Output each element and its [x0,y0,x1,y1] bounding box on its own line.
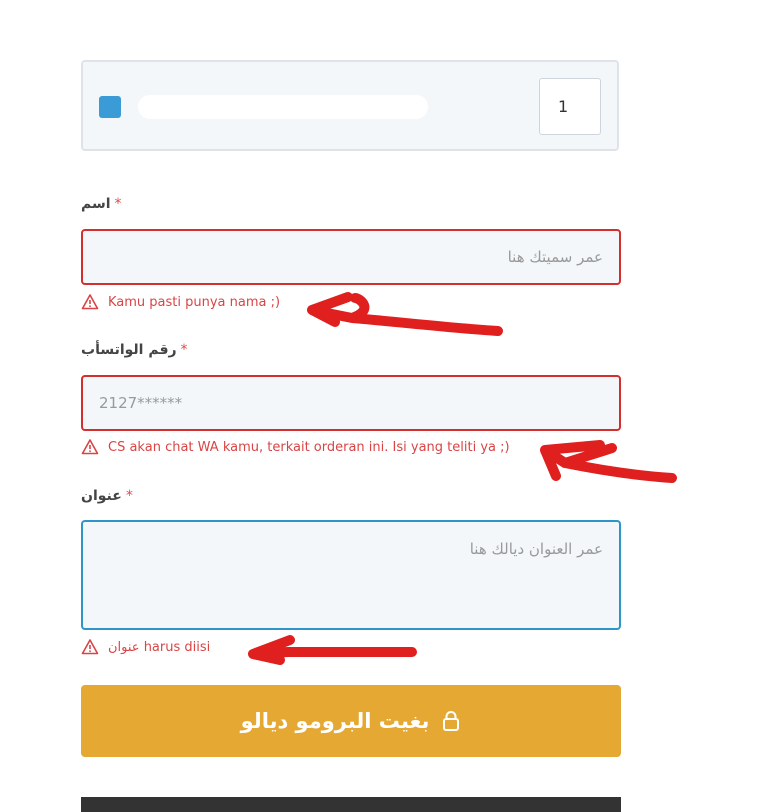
product-color-swatch [99,96,121,118]
warning-icon [81,639,99,655]
quantity-input[interactable] [539,78,601,135]
address-error-text: عنوان harus diisi [108,639,211,655]
whatsapp-error-text: CS akan chat WA kamu, terkait orderan in… [108,439,510,455]
annotation-arrow-address [248,635,417,665]
required-mark: * [125,488,133,504]
name-label: اسم * [81,196,122,212]
name-error: Kamu pasti punya nama ;) [81,292,280,312]
product-summary [81,60,619,151]
name-error-text: Kamu pasti punya nama ;) [108,294,281,310]
footer-bar [81,797,621,812]
address-error: عنوان harus diisi [81,637,210,657]
annotation-arrow-name [307,292,503,336]
required-mark: * [180,342,188,358]
redacted-product-name [138,95,428,119]
submit-order-button[interactable]: بغيت البرومو ديالو [81,685,621,757]
whatsapp-input[interactable] [81,375,621,431]
address-label: عنوان * [81,488,133,504]
address-textarea[interactable] [81,520,621,630]
name-input[interactable] [81,229,621,285]
annotation-arrow-whatsapp [540,440,677,483]
name-label-text: اسم [81,196,111,212]
whatsapp-error: CS akan chat WA kamu, terkait orderan in… [81,437,510,457]
lock-icon [443,711,460,731]
submit-label: بغيت البرومو ديالو [240,709,430,733]
warning-icon [81,294,99,310]
warning-icon [81,439,99,455]
address-label-text: عنوان [81,488,122,504]
whatsapp-label-text: رقم الواتسأب [81,342,177,358]
required-mark: * [114,196,122,212]
whatsapp-label: رقم الواتسأب * [81,342,188,358]
